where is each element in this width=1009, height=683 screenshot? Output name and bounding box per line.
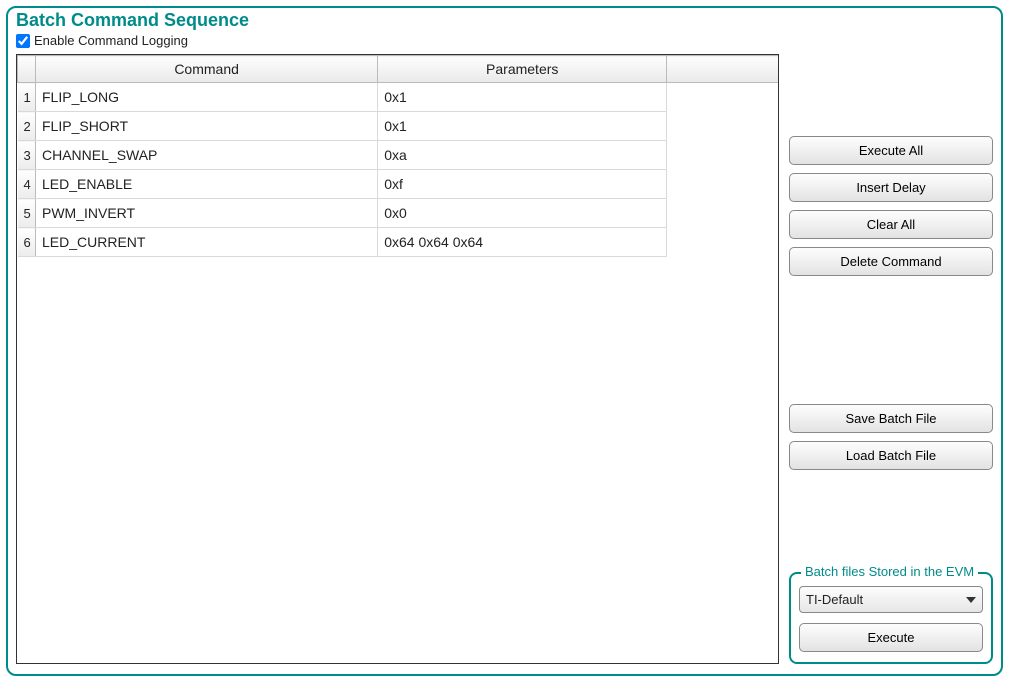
table-row[interactable]: 1 FLIP_LONG 0x1	[18, 83, 779, 112]
chevron-down-icon	[966, 597, 976, 603]
cell-command[interactable]: FLIP_SHORT	[36, 112, 378, 141]
cell-parameters[interactable]: 0xf	[378, 170, 667, 199]
sidebar: Execute All Insert Delay Clear All Delet…	[789, 54, 993, 664]
enable-logging-label: Enable Command Logging	[34, 33, 188, 48]
batch-command-panel: Batch Command Sequence Enable Command Lo…	[6, 6, 1003, 676]
load-batch-button[interactable]: Load Batch File	[789, 441, 993, 470]
command-table: Command Parameters 1 FLIP_LONG 0x1 2 FLI	[17, 55, 778, 257]
cell-command[interactable]: CHANNEL_SWAP	[36, 141, 378, 170]
row-number: 4	[18, 170, 36, 199]
enable-logging-checkbox[interactable]	[16, 34, 30, 48]
enable-logging-row[interactable]: Enable Command Logging	[16, 33, 993, 48]
row-number: 2	[18, 112, 36, 141]
insert-delay-button[interactable]: Insert Delay	[789, 173, 993, 202]
cell-command[interactable]: LED_CURRENT	[36, 228, 378, 257]
evm-selected-value: TI-Default	[806, 592, 863, 607]
evm-execute-button[interactable]: Execute	[799, 623, 983, 652]
cell-parameters[interactable]: 0x1	[378, 83, 667, 112]
content-area: Command Parameters 1 FLIP_LONG 0x1 2 FLI	[16, 54, 993, 664]
evm-panel-title: Batch files Stored in the EVM	[801, 564, 978, 579]
evm-panel: Batch files Stored in the EVM TI-Default…	[789, 572, 993, 664]
delete-command-button[interactable]: Delete Command	[789, 247, 993, 276]
header-parameters[interactable]: Parameters	[378, 56, 667, 83]
cell-parameters[interactable]: 0x0	[378, 199, 667, 228]
row-number: 6	[18, 228, 36, 257]
table-row[interactable]: 6 LED_CURRENT 0x64 0x64 0x64	[18, 228, 779, 257]
cell-parameters[interactable]: 0x1	[378, 112, 667, 141]
cell-parameters[interactable]: 0x64 0x64 0x64	[378, 228, 667, 257]
cell-command[interactable]: FLIP_LONG	[36, 83, 378, 112]
row-number: 3	[18, 141, 36, 170]
table-row[interactable]: 4 LED_ENABLE 0xf	[18, 170, 779, 199]
row-number: 1	[18, 83, 36, 112]
header-rownum	[18, 56, 36, 83]
save-batch-button[interactable]: Save Batch File	[789, 404, 993, 433]
panel-title: Batch Command Sequence	[16, 10, 993, 31]
command-table-container: Command Parameters 1 FLIP_LONG 0x1 2 FLI	[16, 54, 779, 664]
cell-command[interactable]: PWM_INVERT	[36, 199, 378, 228]
cell-parameters[interactable]: 0xa	[378, 141, 667, 170]
row-number: 5	[18, 199, 36, 228]
execute-all-button[interactable]: Execute All	[789, 136, 993, 165]
clear-all-button[interactable]: Clear All	[789, 210, 993, 239]
cell-command[interactable]: LED_ENABLE	[36, 170, 378, 199]
header-extra	[667, 56, 778, 83]
evm-batch-select[interactable]: TI-Default	[799, 586, 983, 613]
table-row[interactable]: 2 FLIP_SHORT 0x1	[18, 112, 779, 141]
table-row[interactable]: 3 CHANNEL_SWAP 0xa	[18, 141, 779, 170]
header-command[interactable]: Command	[36, 56, 378, 83]
table-row[interactable]: 5 PWM_INVERT 0x0	[18, 199, 779, 228]
